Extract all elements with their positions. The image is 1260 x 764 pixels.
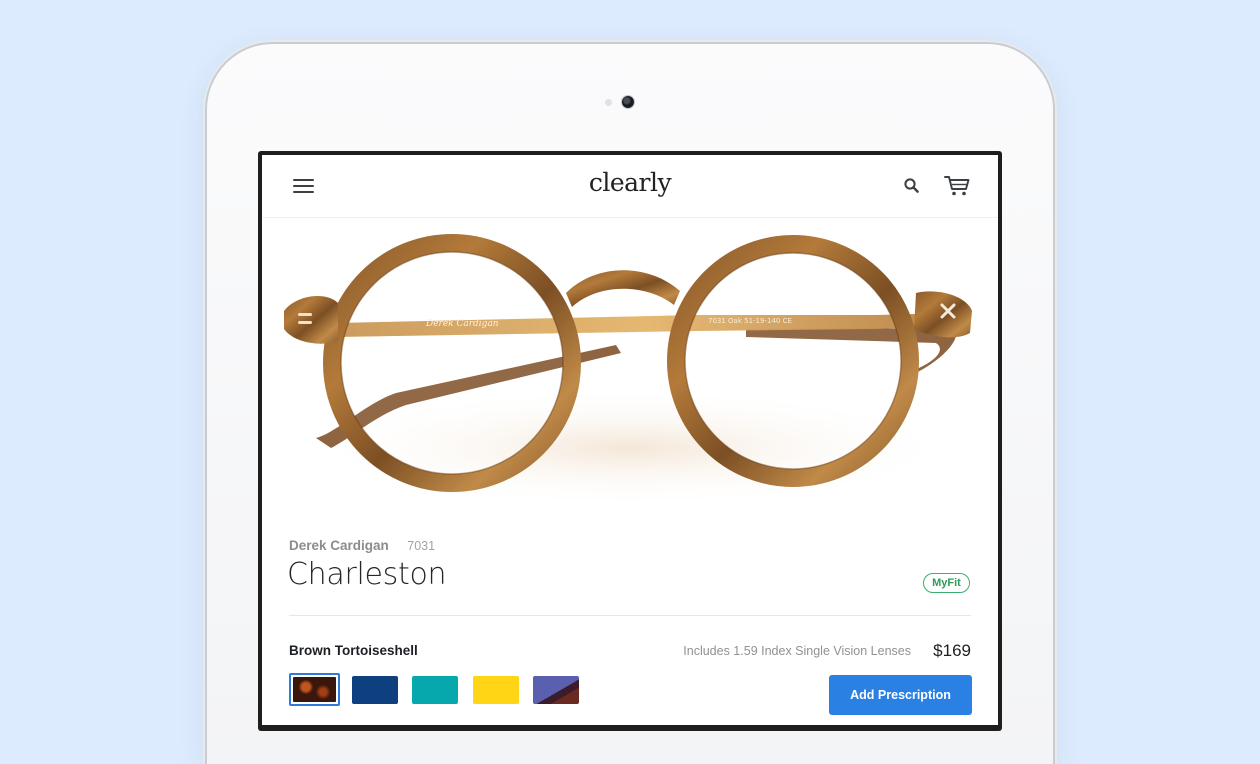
swatch-brown-tortoiseshell[interactable]: [289, 673, 340, 706]
proximity-sensor: [605, 99, 612, 106]
product-image-eyeglasses: 7031 Oak 51-19-140 CE Derek Cardigan: [284, 234, 972, 508]
app-viewport: clearly 7031 Oak 51-19-140 CE Derek Card…: [262, 155, 998, 725]
shopping-cart-icon[interactable]: [944, 174, 970, 198]
model-number: 7031: [407, 539, 436, 553]
product-name: Charleston: [287, 557, 447, 592]
price: $169: [933, 641, 971, 660]
front-camera-icon: [622, 96, 634, 108]
brand-logo[interactable]: clearly: [262, 168, 998, 197]
brand-row: Derek Cardigan 7031: [289, 537, 435, 555]
add-prescription-button[interactable]: Add Prescription: [829, 675, 972, 715]
selected-color-name: Brown Tortoiseshell: [289, 643, 418, 658]
swatch-navy[interactable]: [352, 676, 398, 704]
swatch-yellow[interactable]: [473, 676, 519, 704]
svg-text:Derek Cardigan: Derek Cardigan: [425, 319, 499, 329]
swatch-teal[interactable]: [412, 676, 458, 704]
search-icon[interactable]: [903, 177, 921, 195]
brand-name[interactable]: Derek Cardigan: [289, 538, 389, 553]
section-divider: [289, 615, 971, 616]
myfit-badge[interactable]: MyFit: [923, 573, 970, 593]
swatch-purple-tortoise[interactable]: [533, 676, 579, 704]
app-header: clearly: [262, 155, 998, 218]
lens-info: Includes 1.59 Index Single Vision Lenses: [683, 644, 911, 658]
frame-temple-text: 7031 Oak 51-19-140 CE: [708, 317, 792, 325]
